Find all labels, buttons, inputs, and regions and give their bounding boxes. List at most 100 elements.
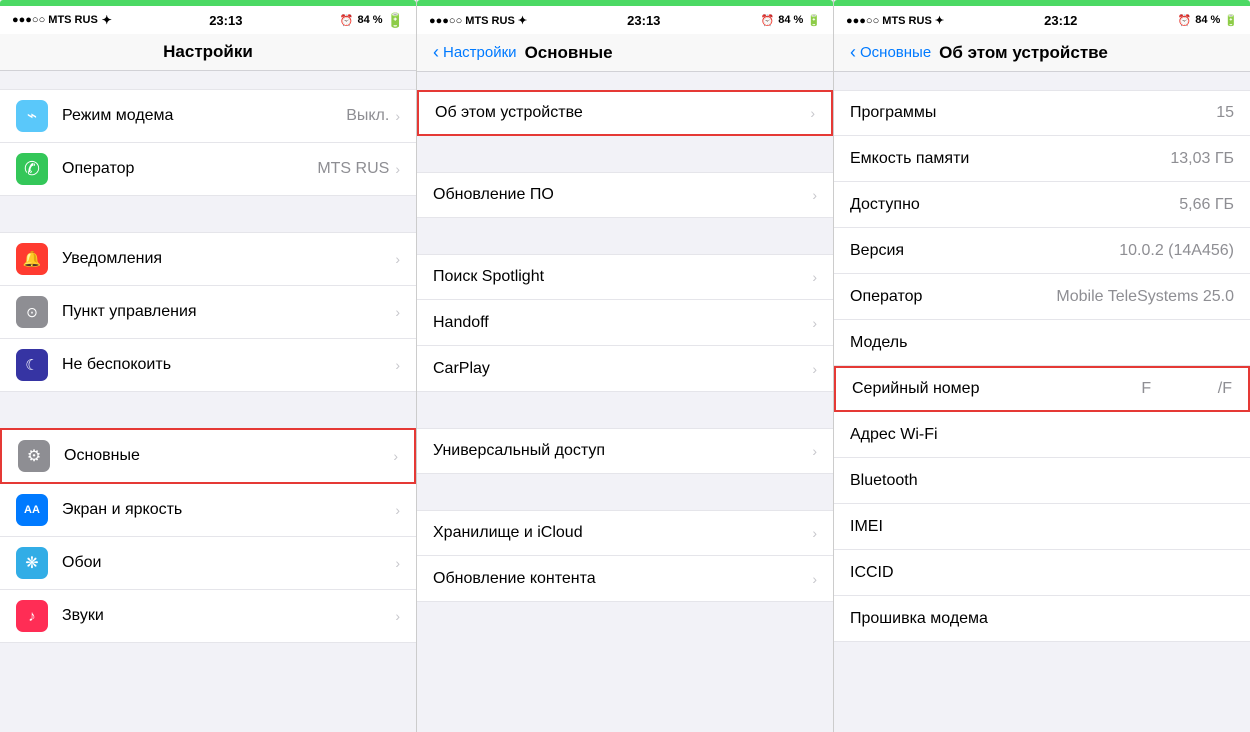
label-carplay: CarPlay <box>433 360 812 378</box>
status-right-3: ⏰ 84 % 🔋 <box>1178 14 1238 27</box>
nav-bar-3: ‹ Основные Об этом устройстве <box>834 34 1250 72</box>
icon-sounds: ♪ <box>16 600 48 632</box>
section-1-3: ⚙ Основные › AA Экран и яркость › ❋ Обои… <box>0 428 416 643</box>
status-right-1: ⏰ 84 % 🔋 <box>340 12 404 29</box>
chevron-storage: › <box>812 525 817 541</box>
section-1-1: ⌁ Режим модема Выкл. › ✆ Оператор MTS RU… <box>0 89 416 196</box>
panel-settings: ●●●○○ MTS RUS ✦ 23:13 ⏰ 84 % 🔋 Настройки… <box>0 0 417 732</box>
status-time-1: 23:13 <box>209 13 242 28</box>
row-model: Модель <box>834 320 1250 366</box>
chevron-operator: › <box>395 161 400 177</box>
row-about[interactable]: Об этом устройстве › <box>417 90 833 136</box>
chevron-spotlight: › <box>812 269 817 285</box>
row-notifications[interactable]: 🔔 Уведомления › <box>0 232 416 286</box>
status-bar-2: ●●●○○ MTS RUS ✦ 23:13 ⏰ 84 % 🔋 <box>417 6 833 34</box>
back-label-2: Настройки <box>443 44 517 61</box>
signal-text-1: ●●●○○ MTS RUS <box>12 14 98 26</box>
status-time-2: 23:13 <box>627 13 660 28</box>
icon-modem: ⌁ <box>16 100 48 132</box>
row-content-update[interactable]: Обновление контента › <box>417 556 833 602</box>
status-left-3: ●●●○○ MTS RUS ✦ <box>846 14 944 27</box>
panel-general: ●●●○○ MTS RUS ✦ 23:13 ⏰ 84 % 🔋 ‹ Настрой… <box>417 0 834 732</box>
icon-wallpaper: ❋ <box>16 547 48 579</box>
row-accessibility[interactable]: Универсальный доступ › <box>417 428 833 474</box>
chevron-update: › <box>812 187 817 203</box>
label-accessibility: Универсальный доступ <box>433 442 812 460</box>
label-sounds: Звуки <box>62 607 395 625</box>
current-title-3: Об этом устройстве <box>939 43 1108 63</box>
chevron-wallpaper: › <box>395 555 400 571</box>
label-content-update: Обновление контента <box>433 570 812 588</box>
icon-control-center: ⊙ <box>16 296 48 328</box>
row-handoff[interactable]: Handoff › <box>417 300 833 346</box>
chevron-notifications: › <box>395 251 400 267</box>
battery-icon-2: 🔋 <box>807 14 821 27</box>
settings-list-1: ⌁ Режим модема Выкл. › ✆ Оператор MTS RU… <box>0 71 416 732</box>
section-2-1: Об этом устройстве › <box>417 90 833 136</box>
row-display[interactable]: AA Экран и яркость › <box>0 484 416 537</box>
gap <box>0 392 416 428</box>
value-available: 5,66 ГБ <box>1179 196 1234 214</box>
gap <box>417 136 833 172</box>
label-do-not-disturb: Не беспокоить <box>62 356 395 374</box>
row-modem-firmware: Прошивка модема <box>834 596 1250 642</box>
label-general: Основные <box>64 447 393 465</box>
icon-operator: ✆ <box>16 153 48 185</box>
label-available: Доступно <box>850 196 1179 214</box>
row-modem[interactable]: ⌁ Режим модема Выкл. › <box>0 89 416 143</box>
row-spotlight[interactable]: Поиск Spotlight › <box>417 254 833 300</box>
chevron-control-center: › <box>395 304 400 320</box>
label-carrier: Оператор <box>850 288 1056 306</box>
gap <box>417 392 833 428</box>
label-model: Модель <box>850 334 1234 352</box>
section-2-5: Хранилище и iCloud › Обновление контента… <box>417 510 833 602</box>
label-wallpaper: Обои <box>62 554 395 572</box>
section-1-2: 🔔 Уведомления › ⊙ Пункт управления › ☾ Н… <box>0 232 416 392</box>
row-control-center[interactable]: ⊙ Пункт управления › <box>0 286 416 339</box>
battery-text-2: 84 % <box>778 14 803 26</box>
row-operator[interactable]: ✆ Оператор MTS RUS › <box>0 143 416 196</box>
back-chevron-2: ‹ <box>433 42 439 63</box>
chevron-carplay: › <box>812 361 817 377</box>
label-handoff: Handoff <box>433 314 812 332</box>
status-bar-1: ●●●○○ MTS RUS ✦ 23:13 ⏰ 84 % 🔋 <box>0 6 416 34</box>
row-carplay[interactable]: CarPlay › <box>417 346 833 392</box>
panel-about: ●●●○○ MTS RUS ✦ 23:12 ⏰ 84 % 🔋 ‹ Основны… <box>834 0 1250 732</box>
row-imei: IMEI <box>834 504 1250 550</box>
back-button-3[interactable]: ‹ Основные <box>850 42 931 63</box>
gap <box>0 196 416 232</box>
row-update[interactable]: Обновление ПО › <box>417 172 833 218</box>
chevron-general: › <box>393 448 398 464</box>
gap <box>834 72 1250 90</box>
gap <box>417 474 833 510</box>
chevron-handoff: › <box>812 315 817 331</box>
icon-do-not-disturb: ☾ <box>16 349 48 381</box>
section-2-3: Поиск Spotlight › Handoff › CarPlay › <box>417 254 833 392</box>
label-about: Об этом устройстве <box>435 104 810 122</box>
section-2-2: Обновление ПО › <box>417 172 833 218</box>
label-notifications: Уведомления <box>62 250 395 268</box>
value-apps: 15 <box>1216 104 1234 122</box>
row-storage[interactable]: Хранилище и iCloud › <box>417 510 833 556</box>
icon-display: AA <box>16 494 48 526</box>
label-spotlight: Поиск Spotlight <box>433 268 812 286</box>
battery-icon-3: 🔋 <box>1224 14 1238 27</box>
label-apps: Программы <box>850 104 1216 122</box>
row-wallpaper[interactable]: ❋ Обои › <box>0 537 416 590</box>
row-general[interactable]: ⚙ Основные › <box>0 428 416 484</box>
value-capacity: 13,03 ГБ <box>1170 150 1234 168</box>
label-modem-firmware: Прошивка модема <box>850 610 1234 628</box>
current-title-2: Основные <box>525 43 613 63</box>
value-serial: F /F <box>1141 380 1232 398</box>
back-label-3: Основные <box>860 44 931 61</box>
row-do-not-disturb[interactable]: ☾ Не беспокоить › <box>0 339 416 392</box>
value-operator: MTS RUS <box>317 160 389 178</box>
row-iccid: ICCID <box>834 550 1250 596</box>
gap <box>0 71 416 89</box>
label-version: Версия <box>850 242 1119 260</box>
battery-text-3: 84 % <box>1195 14 1220 26</box>
row-sounds[interactable]: ♪ Звуки › <box>0 590 416 643</box>
row-carrier: Оператор Mobile TeleSystems 25.0 <box>834 274 1250 320</box>
back-button-2[interactable]: ‹ Настройки <box>433 42 517 63</box>
nav-bar-2: ‹ Настройки Основные <box>417 34 833 72</box>
